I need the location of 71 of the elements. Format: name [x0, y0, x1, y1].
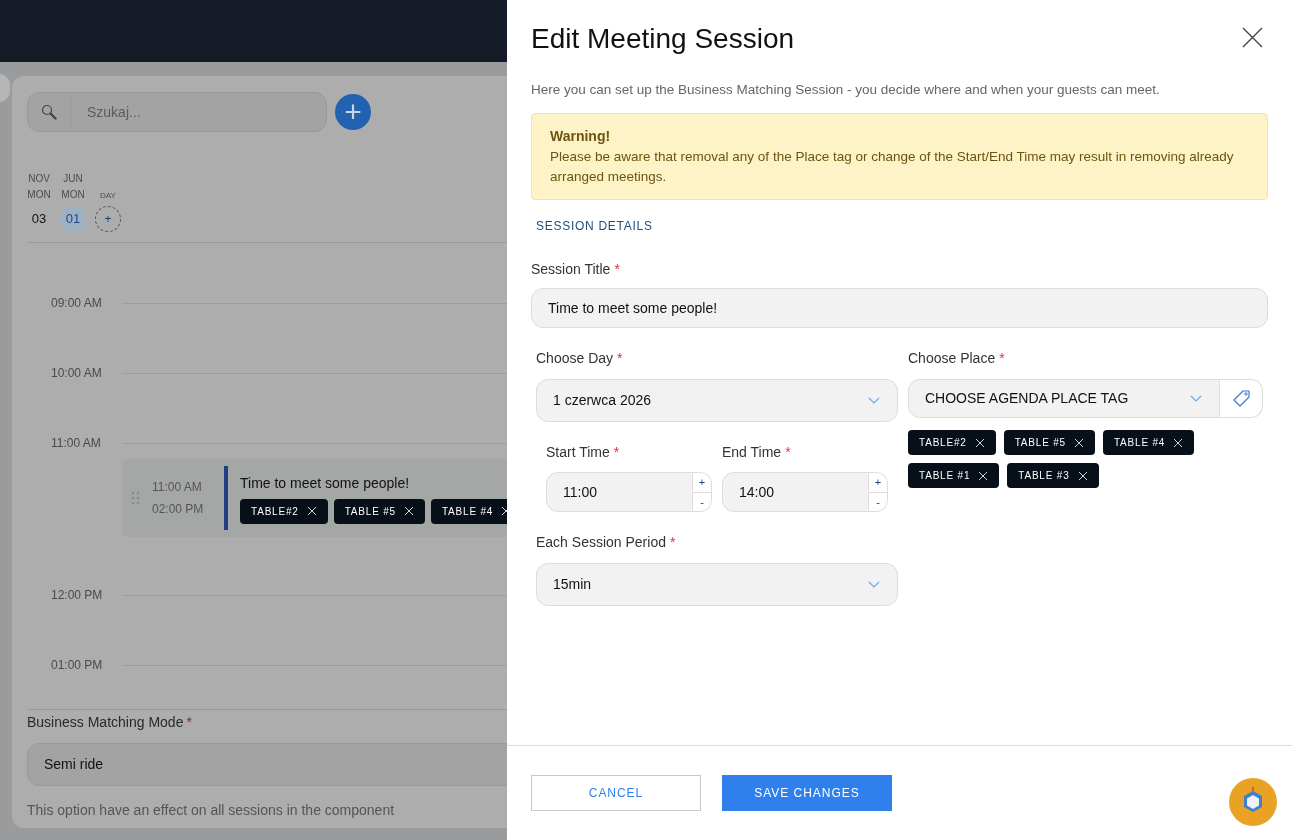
remove-icon[interactable]	[1173, 437, 1184, 448]
increment-button[interactable]: +	[693, 473, 711, 493]
time-label: 12:00 PM	[50, 587, 104, 604]
section-heading: SESSION DETAILS	[536, 218, 654, 236]
required-mark: *	[617, 349, 623, 369]
mode-select[interactable]: Semi ride	[27, 743, 507, 786]
day-select[interactable]: 1 czerwca 2026	[536, 379, 898, 423]
save-button[interactable]: SAVE CHANGES	[722, 775, 892, 811]
remove-icon[interactable]	[978, 470, 989, 481]
search-input[interactable]: Szukaj...	[71, 93, 326, 131]
time-input[interactable]: 14:00 + -	[722, 472, 888, 513]
session-title: Time to meet some people!	[240, 473, 411, 493]
place-tag: TABLE #3	[1007, 463, 1099, 489]
warning-title: Warning!	[550, 127, 612, 147]
remove-icon[interactable]	[1077, 470, 1088, 481]
time-label: 10:00 AM	[50, 365, 103, 382]
cancel-button[interactable]: CANCEL	[531, 775, 701, 811]
decrement-button[interactable]: -	[693, 492, 711, 512]
dialog-title: Edit Meeting Session	[531, 22, 795, 56]
session-color-bar	[224, 466, 228, 530]
time-label: 01:00 PM	[50, 657, 104, 674]
time-label: 11:00 AM	[50, 435, 102, 452]
dialog-description: Here you can set up the Business Matching Session - you decide where and when your guests can meet.	[531, 81, 1161, 99]
start-time: 11:00 AM	[152, 479, 203, 496]
required-mark: *	[614, 260, 620, 280]
remove-icon[interactable]	[1073, 437, 1084, 448]
period-select[interactable]: 15min	[536, 563, 898, 607]
place-tag: TABLE #5	[333, 498, 425, 524]
search-field[interactable]: Szukaj...	[27, 92, 327, 132]
field-label: Start Time	[546, 443, 610, 463]
place-tag: TABLE #5	[1003, 430, 1095, 456]
place-tag: TABLE#2	[240, 498, 328, 524]
field-label: Each Session Period	[536, 533, 666, 553]
session-card[interactable]: 11:00 AM 02:00 PM Time to meet some people! TABLE#2 TABLE #5 TABLE #4	[122, 459, 507, 537]
chat-bot-icon[interactable]	[1229, 778, 1277, 826]
drag-handle-icon	[131, 491, 140, 505]
end-time: 02:00 PM	[152, 501, 205, 518]
field-label: Choose Day	[536, 349, 614, 369]
required-mark: *	[669, 533, 676, 553]
required-mark: *	[186, 713, 192, 732]
place-select[interactable]: CHOOSE AGENDA PLACE TAG	[908, 379, 1220, 419]
day-button[interactable]: 03	[26, 206, 52, 232]
time-input[interactable]: 11:00 + -	[546, 472, 712, 513]
field-label: Session Title	[531, 260, 611, 280]
place-tag: TABLE #4	[1102, 430, 1195, 456]
required-mark: *	[785, 443, 791, 463]
add-day-label: DAY	[100, 190, 116, 202]
title-input[interactable]: Time to meet some people!	[531, 288, 1268, 329]
field-label: End Time	[722, 443, 782, 463]
close-icon[interactable]	[1242, 26, 1263, 48]
field-label: Choose Place	[908, 349, 996, 369]
search-icon	[41, 104, 57, 120]
tag-icon	[1232, 390, 1250, 408]
field-label: Business Matching Mode	[27, 713, 184, 732]
place-tag: TABLE #4	[430, 498, 507, 524]
weekday-label: MON	[61, 188, 85, 202]
help-text: This option have an effect on all sessions in the component	[27, 801, 396, 820]
place-tag: TABLE #1	[908, 463, 1000, 489]
warning-text: Please be aware that removal any of the Place tag or change of the Start/End Time may result in removing already arranged meetings.	[550, 148, 1235, 187]
month-label: NOV	[28, 172, 50, 186]
required-mark: *	[613, 443, 620, 463]
place-tag: TABLE#2	[908, 430, 996, 456]
remove-icon[interactable]	[306, 506, 317, 516]
weekday-label: MON	[27, 188, 51, 202]
remove-icon[interactable]	[403, 506, 414, 516]
decrement-button[interactable]: -	[869, 492, 887, 512]
remove-icon[interactable]	[974, 437, 985, 448]
increment-button[interactable]: +	[869, 473, 887, 493]
time-label: 09:00 AM	[50, 295, 103, 312]
month-label: JUN	[63, 172, 83, 186]
required-mark: *	[999, 349, 1005, 369]
